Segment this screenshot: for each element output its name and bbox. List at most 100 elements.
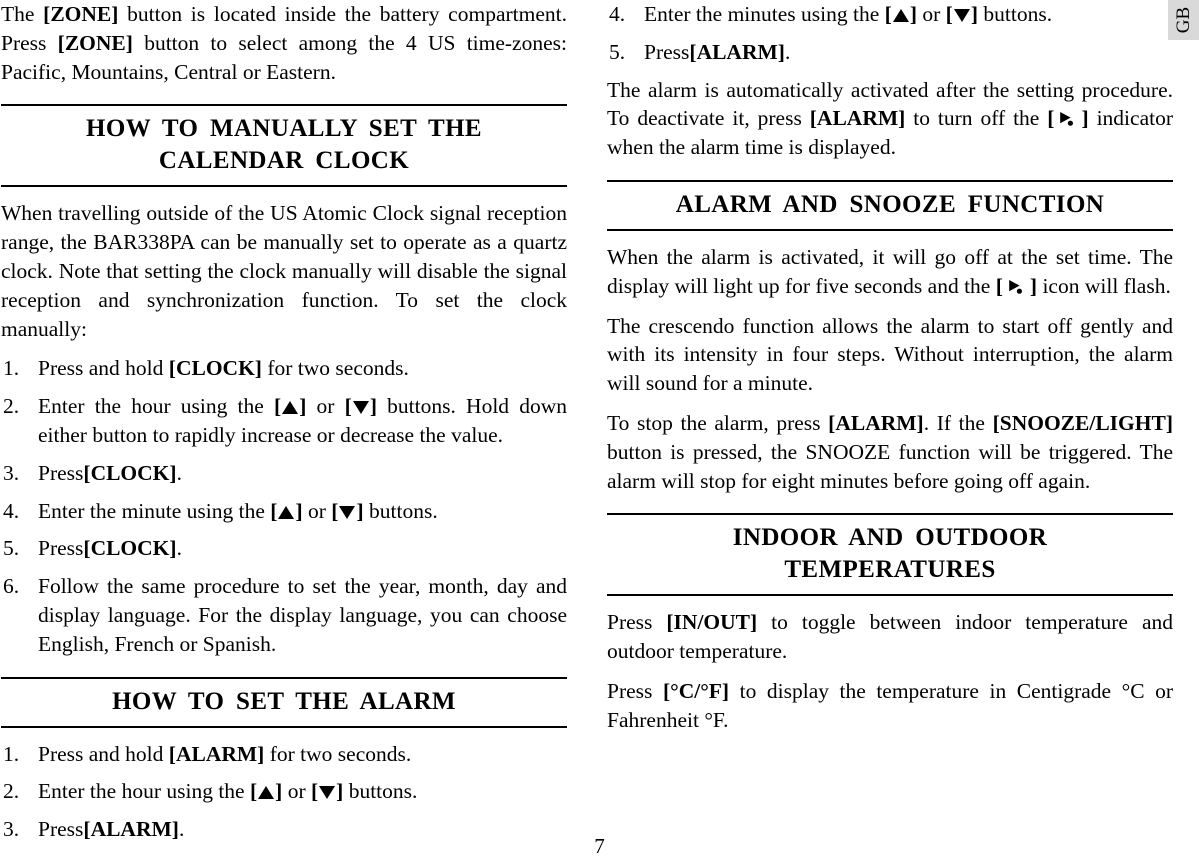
step-text-before: Press <box>38 536 84 561</box>
page-number: 7 <box>594 834 605 858</box>
step-text-before: Follow the same procedure to set the yea… <box>38 574 567 656</box>
clock-button-bold: [CLOCK] <box>83 460 177 485</box>
step-item: 4. Enter the minute using the [] or [] bu… <box>1 497 567 526</box>
step-item: 1. Press and hold [CLOCK] for two seconds… <box>1 354 567 383</box>
bracket-open: [ <box>995 273 1003 298</box>
step-number: 1. <box>3 356 20 381</box>
calendar-clock-steps: 1. Press and hold [CLOCK] for two seconds… <box>1 354 567 658</box>
section-title-line-1: INDOOR AND OUTDOOR <box>732 524 1048 552</box>
celsius-fahrenheit-button-bold: [°C/°F] <box>662 678 730 703</box>
triangle-up-icon <box>258 786 275 800</box>
step-number: 6. <box>3 574 20 599</box>
snooze-light-button-bold: [SNOOZE/LIGHT] <box>992 410 1173 435</box>
temperature-paragraph-2: Press [°C/°F] to display the temperature… <box>607 677 1173 735</box>
rule-bottom <box>1 725 567 728</box>
right-column: 4. Enter the minutes using the [] or [] b… <box>607 0 1173 735</box>
triangle-down-icon <box>319 786 336 800</box>
alarm-button-bold: [ALARM] <box>168 741 265 766</box>
step-text-before: Enter the minutes using the <box>644 2 885 26</box>
alarm-bell-icon <box>1058 111 1077 128</box>
section-title-line-2: CALENDAR CLOCK <box>158 147 410 175</box>
step-number: 2. <box>3 779 20 804</box>
temp-p1-part1: Press <box>607 610 667 635</box>
down-button-bracket: [] <box>310 779 344 804</box>
zone-button-bold-2: [ZONE] <box>57 30 133 55</box>
in-out-button-bold: [IN/OUT] <box>666 610 758 635</box>
step-text-before: Enter the hour using the <box>38 394 275 419</box>
step-text-before: Press and hold <box>38 356 169 381</box>
zone-button-bold-1: [ZONE] <box>43 2 119 26</box>
temperature-paragraph-1: Press [IN/OUT] to toggle between indoor … <box>607 608 1173 666</box>
alarm-button-bold: [ALARM] <box>689 39 785 64</box>
up-button-bracket: [] <box>270 498 303 523</box>
step-item: 5. Press[CLOCK]. <box>1 534 567 563</box>
rule-bottom <box>607 228 1173 231</box>
step-item: 2. Enter the hour using the [] or [] butt… <box>1 777 567 806</box>
clock-button-bold: [CLOCK] <box>168 356 262 381</box>
temp-p2-part1: Press <box>607 678 663 703</box>
down-button-bracket: [] <box>331 498 364 523</box>
step-item: 5. Press[ALARM]. <box>607 38 1173 67</box>
step-text-mid: or <box>306 394 345 419</box>
step-text-mid: or <box>916 2 946 26</box>
alarm-button-bold: [ALARM] <box>828 410 924 435</box>
section-title-line-1: ALARM AND SNOOZE FUNCTION <box>675 190 1105 218</box>
step-text-mid: or <box>302 498 332 523</box>
triangle-up-icon <box>892 9 909 22</box>
triangle-up-icon <box>278 505 295 519</box>
snooze-p3-part3: button is pressed, the SNOOZE function w… <box>607 439 1173 493</box>
language-tab-label: GB <box>1172 6 1194 34</box>
bracket-close: ] <box>1081 106 1089 131</box>
alarm-bell-icon <box>1007 279 1026 296</box>
rule-bottom <box>607 594 1173 597</box>
alarm-note-part2: to turn off the <box>905 106 1048 131</box>
step-item: 2. Enter the hour using the [] or [] butt… <box>1 392 567 450</box>
rule-bottom <box>1 185 567 188</box>
section-title-line-2: TEMPERATURES <box>784 556 996 584</box>
step-text-before: Press and hold <box>38 741 169 766</box>
document-page: GB The [ZONE] button is located inside t… <box>0 0 1199 863</box>
step-text-after: buttons. <box>343 779 418 804</box>
section-title-set-alarm: HOW TO SET THE ALARM <box>1 679 567 726</box>
section-title-line-1: HOW TO MANUALLY SET THE <box>86 115 482 143</box>
triangle-down-icon <box>352 401 369 415</box>
step-item: 6. Follow the same procedure to set the y… <box>1 572 567 658</box>
step-text-before: Enter the minute using the <box>38 498 271 523</box>
section-header-temperatures: INDOOR AND OUTDOOR TEMPERATURES <box>607 513 1173 597</box>
step-text-after: buttons. <box>363 498 438 523</box>
section-header-calendar-clock: HOW TO MANUALLY SET THE CALENDAR CLOCK <box>1 104 567 188</box>
up-button-bracket: [] <box>884 2 917 26</box>
step-item: 4. Enter the minutes using the [] or [] b… <box>607 0 1173 29</box>
clock-button-bold: [CLOCK] <box>83 536 177 561</box>
step-text-mid: or <box>282 779 311 804</box>
alarm-indicator-bracket: [] <box>996 274 1037 298</box>
snooze-paragraph-3: To stop the alarm, press [ALARM]. If the… <box>607 409 1173 495</box>
snooze-paragraph-1: When the alarm is activated, it will go … <box>607 243 1173 301</box>
triangle-down-icon <box>953 9 970 22</box>
triangle-up-icon <box>282 401 299 415</box>
step-text-after: for two seconds. <box>264 741 412 766</box>
section-header-set-alarm: HOW TO SET THE ALARM <box>1 676 567 728</box>
step-number: 4. <box>609 2 626 26</box>
triangle-down-icon <box>339 505 356 519</box>
alarm-activation-note: The alarm is automatically activated aft… <box>607 76 1173 162</box>
step-number: 4. <box>3 498 20 523</box>
section-title-calendar-clock: HOW TO MANUALLY SET THE CALENDAR CLOCK <box>1 106 567 185</box>
step-number: 3. <box>3 460 20 485</box>
step-number: 1. <box>3 741 20 766</box>
step-number: 5. <box>3 536 20 561</box>
section-title-alarm-snooze: ALARM AND SNOOZE FUNCTION <box>607 182 1173 229</box>
snooze-p3-part1: To stop the alarm, press <box>607 410 829 435</box>
down-button-bracket: [] <box>945 2 978 26</box>
snooze-p3-part2: . If the <box>923 410 993 435</box>
step-text-after: for two seconds. <box>261 356 409 381</box>
step-item: 1. Press and hold [ALARM] for two seconds… <box>1 740 567 769</box>
step-text-before: Enter the hour using the <box>38 779 250 804</box>
step-text-before: Press <box>644 39 690 64</box>
step-item: 3. Press[CLOCK]. <box>1 459 567 488</box>
left-column: The [ZONE] button is located inside the … <box>1 0 567 853</box>
snooze-p1-part2: icon will flash. <box>1037 273 1171 298</box>
alarm-indicator-bracket: [] <box>1047 106 1088 130</box>
up-button-bracket: [] <box>274 394 307 419</box>
step-number: 2. <box>3 394 20 419</box>
